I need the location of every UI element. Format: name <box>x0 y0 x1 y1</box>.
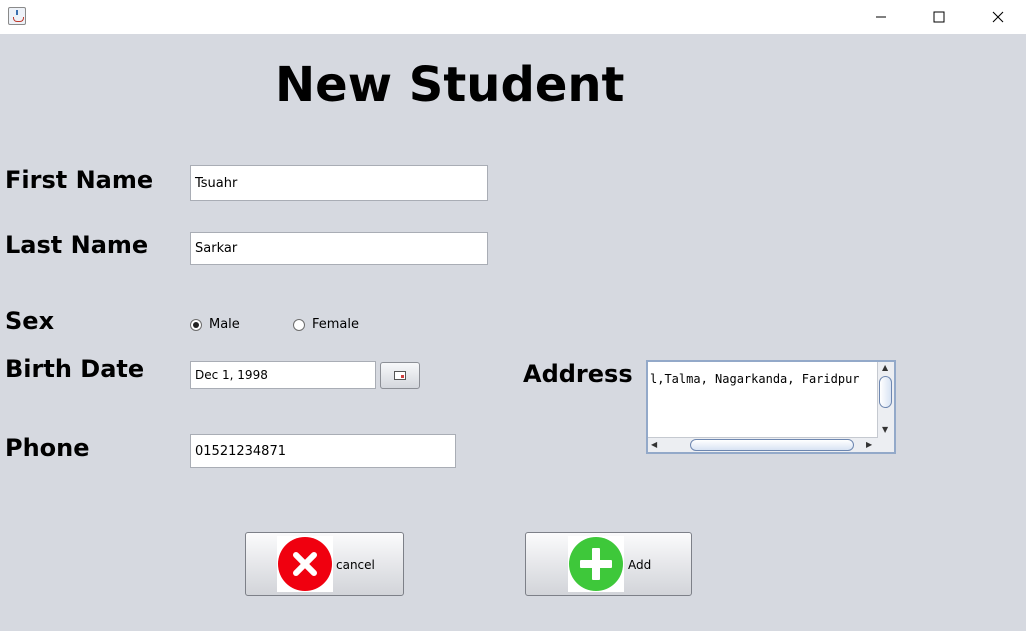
vertical-scroll-thumb[interactable] <box>879 376 892 408</box>
add-label: Add <box>628 558 652 572</box>
maximize-button[interactable] <box>916 0 962 34</box>
radio-female-label: Female <box>312 317 360 332</box>
radio-button-selected[interactable] <box>190 318 202 331</box>
maximize-icon <box>933 11 945 23</box>
last-name-label: Last Name <box>5 231 149 259</box>
radio-button[interactable] <box>293 318 305 331</box>
close-button[interactable] <box>975 0 1021 34</box>
radio-male[interactable]: Male <box>190 317 240 332</box>
add-button[interactable]: Add <box>525 532 692 596</box>
minimize-button[interactable] <box>858 0 904 34</box>
birth-date-field[interactable]: Dec 1, 1998 <box>190 361 376 389</box>
address-text: l,Talma, Nagarkanda, Faridpur <box>650 372 860 386</box>
phone-field[interactable]: 01521234871 <box>190 434 456 468</box>
close-icon <box>992 11 1004 23</box>
first-name-label: First Name <box>5 166 154 194</box>
address-textarea[interactable]: l,Talma, Nagarkanda, Faridpur ▲ ▼ ◀ ▶ <box>646 360 896 454</box>
sex-label: Sex <box>5 307 55 335</box>
horizontal-scrollbar[interactable]: ◀ ▶ <box>648 437 878 452</box>
scroll-right-icon[interactable]: ▶ <box>866 440 872 450</box>
phone-label: Phone <box>5 434 90 462</box>
calendar-icon <box>394 371 406 380</box>
cancel-icon <box>277 536 333 592</box>
java-app-icon <box>8 7 26 25</box>
birth-date-label: Birth Date <box>5 355 145 383</box>
horizontal-scroll-thumb[interactable] <box>690 439 854 451</box>
page-title: New Student <box>275 57 625 113</box>
first-name-field[interactable]: Tsuahr <box>190 165 488 201</box>
scroll-down-icon[interactable]: ▼ <box>882 425 888 435</box>
vertical-scrollbar[interactable]: ▲ ▼ <box>877 362 894 438</box>
cancel-button[interactable]: cancel <box>245 532 404 596</box>
scroll-corner <box>878 438 894 452</box>
title-bar <box>0 0 1026 34</box>
last-name-field[interactable]: Sarkar <box>190 232 488 265</box>
address-label: Address <box>523 360 633 388</box>
scroll-left-icon[interactable]: ◀ <box>651 440 657 450</box>
form-panel: New Student First Name Tsuahr Last Name … <box>0 34 1026 631</box>
minimize-icon <box>876 16 886 18</box>
cancel-label: cancel <box>336 558 375 572</box>
scroll-up-icon[interactable]: ▲ <box>882 363 888 373</box>
radio-female[interactable]: Female <box>293 317 359 332</box>
calendar-button[interactable] <box>380 362 420 389</box>
add-icon <box>568 536 624 592</box>
radio-male-label: Male <box>209 317 240 332</box>
